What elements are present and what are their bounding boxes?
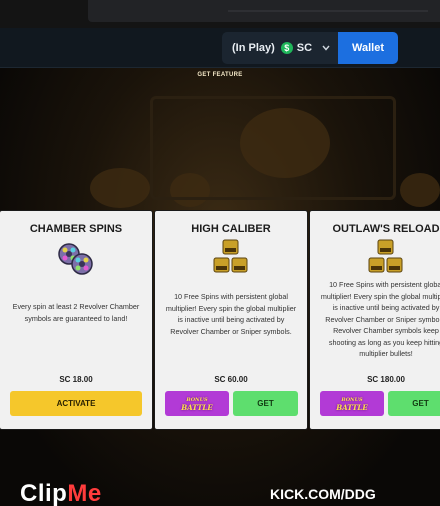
bonus-chests-icon <box>213 239 249 275</box>
tab-bar <box>88 0 440 22</box>
bonus-chests-icon <box>368 239 404 275</box>
background-glow <box>400 173 440 207</box>
in-play-status: (In Play) <box>232 42 275 54</box>
card-price: SC 18.00 <box>59 375 93 384</box>
bonus-battle-button[interactable]: BONUS BATTLE <box>320 391 384 416</box>
feature-card-outlaws-reload: OUTLAW'S RELOAD 10 Free Spins with persi… <box>310 211 440 429</box>
card-description: Every spin at least 2 Revolver Chamber s… <box>12 302 140 323</box>
bonus-battle-logo: BONUS BATTLE <box>336 396 368 412</box>
card-description: 10 Free Spins with persistent global mul… <box>165 292 297 336</box>
activate-button[interactable]: ACTIVATE <box>10 391 142 416</box>
bonus-battle-button[interactable]: BONUS BATTLE <box>165 391 229 416</box>
card-price: SC 60.00 <box>214 375 248 384</box>
balance-selector[interactable]: (In Play) $ SC <box>222 32 338 64</box>
coin-icon: $ <box>280 42 293 54</box>
card-title: HIGH CALIBER <box>191 223 271 235</box>
get-button[interactable]: GET <box>388 391 440 416</box>
casino-header: (In Play) $ SC Wallet <box>0 28 440 68</box>
bonus-battle-logo: BONUS BATTLE <box>181 396 213 412</box>
background-glow <box>90 168 150 208</box>
stream-overlay: ClipMe KICK.COM/DDG <box>0 472 440 506</box>
browser-top-strip <box>0 0 440 28</box>
chevron-down-icon <box>322 43 330 53</box>
card-title: CHAMBER SPINS <box>29 223 123 235</box>
currency-label: SC <box>296 42 313 54</box>
game-area: GET FEATURE CHAMBER SPINS Every spin at … <box>0 68 440 506</box>
channel-url: KICK.COM/DDG <box>270 486 376 502</box>
card-price: SC 180.00 <box>367 375 405 384</box>
card-description: 10 Free Spins with persistent global mul… <box>320 280 440 358</box>
get-feature-label: GET FEATURE <box>197 72 243 78</box>
reel-frame <box>150 96 396 200</box>
wallet-button[interactable]: Wallet <box>338 32 398 64</box>
get-button[interactable]: GET <box>233 391 298 416</box>
card-title: OUTLAW'S RELOAD <box>332 223 440 235</box>
revolver-chamber-icon <box>56 239 96 279</box>
feature-card-high-caliber: HIGH CALIBER 10 Free Spins with persiste… <box>155 211 307 429</box>
clipme-logo: ClipMe <box>20 480 102 506</box>
feature-card-chamber-spins: CHAMBER SPINS Every spin at least 2 Revo… <box>0 211 152 429</box>
